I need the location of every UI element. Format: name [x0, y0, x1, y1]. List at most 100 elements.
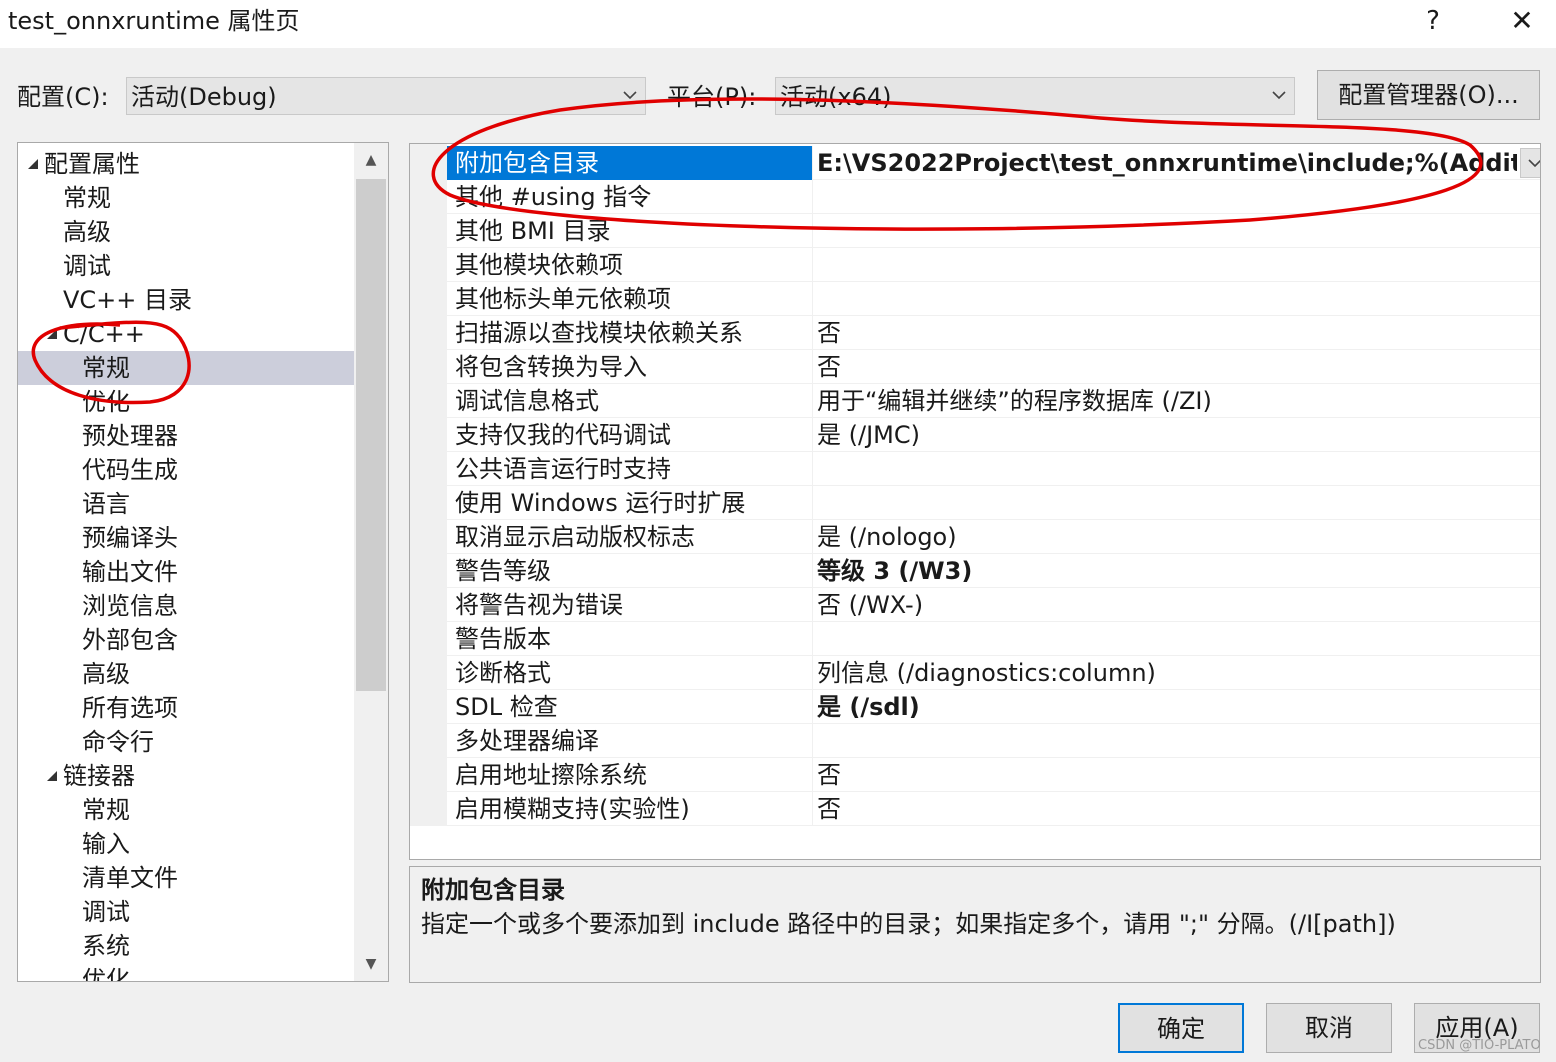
config-dropdown[interactable]: 活动(Debug) [126, 77, 646, 115]
tree-scrollbar[interactable]: ▲ ▼ [354, 143, 388, 981]
column-separator [812, 622, 813, 656]
tree-item[interactable]: 预处理器 [18, 419, 354, 453]
tree-item-label: VC++ 目录 [63, 286, 193, 314]
tree-item[interactable]: 外部包含 [18, 623, 354, 657]
watermark: CSDN @TIO-PLATO [1418, 1038, 1541, 1053]
property-name: 公共语言运行时支持 [455, 455, 671, 483]
grid-gutter [410, 144, 447, 826]
property-row[interactable]: 启用地址擦除系统 否 [447, 758, 1540, 792]
property-name: 多处理器编译 [455, 727, 599, 755]
expand-triangle-icon[interactable] [47, 329, 57, 339]
chevron-down-icon [1528, 159, 1540, 168]
property-row[interactable]: 诊断格式 列信息 (/diagnostics:column) [447, 656, 1540, 690]
property-row[interactable]: 将警告视为错误 否 (/WX-) [447, 588, 1540, 622]
property-row[interactable]: 其他 BMI 目录 [447, 214, 1540, 248]
tree-item[interactable]: 优化 [18, 385, 354, 419]
tree-item[interactable]: 代码生成 [18, 453, 354, 487]
property-row[interactable]: 公共语言运行时支持 [447, 452, 1540, 486]
value-dropdown-button[interactable] [1520, 148, 1540, 178]
column-separator [812, 690, 813, 724]
tree-item-label: 外部包含 [82, 626, 178, 654]
property-name: 将警告视为错误 [455, 591, 623, 619]
property-row[interactable]: 取消显示启动版权标志 是 (/nologo) [447, 520, 1540, 554]
tree-item[interactable]: 输入 [18, 827, 354, 861]
property-row[interactable]: SDL 检查 是 (/sdl) [447, 690, 1540, 724]
property-value: 否 (/WX-) [817, 591, 924, 619]
property-name: 诊断格式 [455, 659, 551, 687]
property-row[interactable]: 其他标头单元依赖项 [447, 282, 1540, 316]
config-manager-button[interactable]: 配置管理器(O)... [1317, 70, 1540, 120]
window-title: test_onnxruntime 属性页 [8, 7, 300, 35]
tree-item[interactable]: 常规 [18, 793, 354, 827]
property-value: 列信息 (/diagnostics:column) [817, 659, 1156, 687]
property-row[interactable]: 其他 #using 指令 [447, 180, 1540, 214]
property-row[interactable]: 将包含转换为导入 否 [447, 350, 1540, 384]
property-name: 启用模糊支持(实验性) [455, 795, 690, 823]
tree-item[interactable]: VC++ 目录 [18, 283, 354, 317]
tree-item[interactable]: 高级 [18, 657, 354, 691]
help-button[interactable]: ? [1418, 4, 1448, 38]
tree-item-label: 所有选项 [82, 694, 178, 722]
tree-item[interactable]: 预编译头 [18, 521, 354, 555]
close-button[interactable]: ✕ [1498, 4, 1546, 38]
scroll-up-icon[interactable]: ▲ [354, 143, 388, 177]
tree-item-label: 常规 [63, 184, 111, 212]
property-name: 启用地址擦除系统 [455, 761, 647, 789]
property-row[interactable]: 警告版本 [447, 622, 1540, 656]
property-row[interactable]: 启用模糊支持(实验性) 否 [447, 792, 1540, 826]
property-value: 是 (/sdl) [817, 693, 920, 721]
tree-item[interactable]: 优化 [18, 963, 354, 981]
column-separator [812, 656, 813, 690]
tree-item[interactable]: 配置属性 [18, 147, 354, 181]
platform-dropdown[interactable]: 活动(x64) [775, 77, 1295, 115]
tree-item[interactable]: 链接器 [18, 759, 354, 793]
scrollbar-thumb[interactable] [356, 179, 386, 691]
property-name: 调试信息格式 [455, 387, 599, 415]
tree-item[interactable]: 常规 [18, 351, 354, 385]
property-name: 支持仅我的代码调试 [455, 421, 671, 449]
cancel-button[interactable]: 取消 [1266, 1003, 1392, 1053]
property-row[interactable]: 使用 Windows 运行时扩展 [447, 486, 1540, 520]
expand-triangle-icon[interactable] [28, 159, 38, 169]
tree-item[interactable]: 命令行 [18, 725, 354, 759]
tree-item[interactable]: 系统 [18, 929, 354, 963]
tree-item[interactable]: 语言 [18, 487, 354, 521]
property-row[interactable]: 多处理器编译 [447, 724, 1540, 758]
property-row[interactable]: 附加包含目录 E:\VS2022Project\test_onnxruntime\… [447, 146, 1540, 180]
column-separator [812, 486, 813, 520]
column-separator [812, 520, 813, 554]
column-separator [812, 248, 813, 282]
config-value: 活动(Debug) [131, 83, 277, 111]
expand-triangle-icon[interactable] [47, 771, 57, 781]
scroll-down-icon[interactable]: ▼ [354, 947, 388, 981]
property-value: 否 [817, 795, 841, 823]
column-separator [812, 214, 813, 248]
column-separator [812, 316, 813, 350]
property-value[interactable]: E:\VS2022Project\test_onnxruntime\includ… [817, 146, 1517, 180]
property-row[interactable]: 警告等级 等级 3 (/W3) [447, 554, 1540, 588]
property-row[interactable]: 其他模块依赖项 [447, 248, 1540, 282]
ok-button[interactable]: 确定 [1118, 1003, 1244, 1053]
title-bar: test_onnxruntime 属性页 ? ✕ [0, 0, 1556, 48]
tree-item-label: 优化 [82, 388, 130, 416]
tree-item[interactable]: 输出文件 [18, 555, 354, 589]
property-name: 其他 BMI 目录 [455, 217, 611, 245]
tree-item[interactable]: 浏览信息 [18, 589, 354, 623]
column-separator [812, 588, 813, 622]
tree-item-label: 命令行 [82, 728, 154, 756]
tree-item-label: 高级 [82, 660, 130, 688]
tree-item[interactable]: 清单文件 [18, 861, 354, 895]
tree-item-label: 常规 [82, 796, 130, 824]
column-separator [812, 418, 813, 452]
tree-item[interactable]: 调试 [18, 895, 354, 929]
property-row[interactable]: 调试信息格式 用于“编辑并继续”的程序数据库 (/ZI) [447, 384, 1540, 418]
tree-item[interactable]: 高级 [18, 215, 354, 249]
property-row[interactable]: 支持仅我的代码调试 是 (/JMC) [447, 418, 1540, 452]
tree-item[interactable]: 常规 [18, 181, 354, 215]
property-value: 否 [817, 353, 841, 381]
tree-item[interactable]: 所有选项 [18, 691, 354, 725]
config-label: 配置(C): [17, 83, 109, 111]
tree-item[interactable]: 调试 [18, 249, 354, 283]
tree-item[interactable]: C/C++ [18, 317, 354, 351]
property-row[interactable]: 扫描源以查找模块依赖关系 否 [447, 316, 1540, 350]
